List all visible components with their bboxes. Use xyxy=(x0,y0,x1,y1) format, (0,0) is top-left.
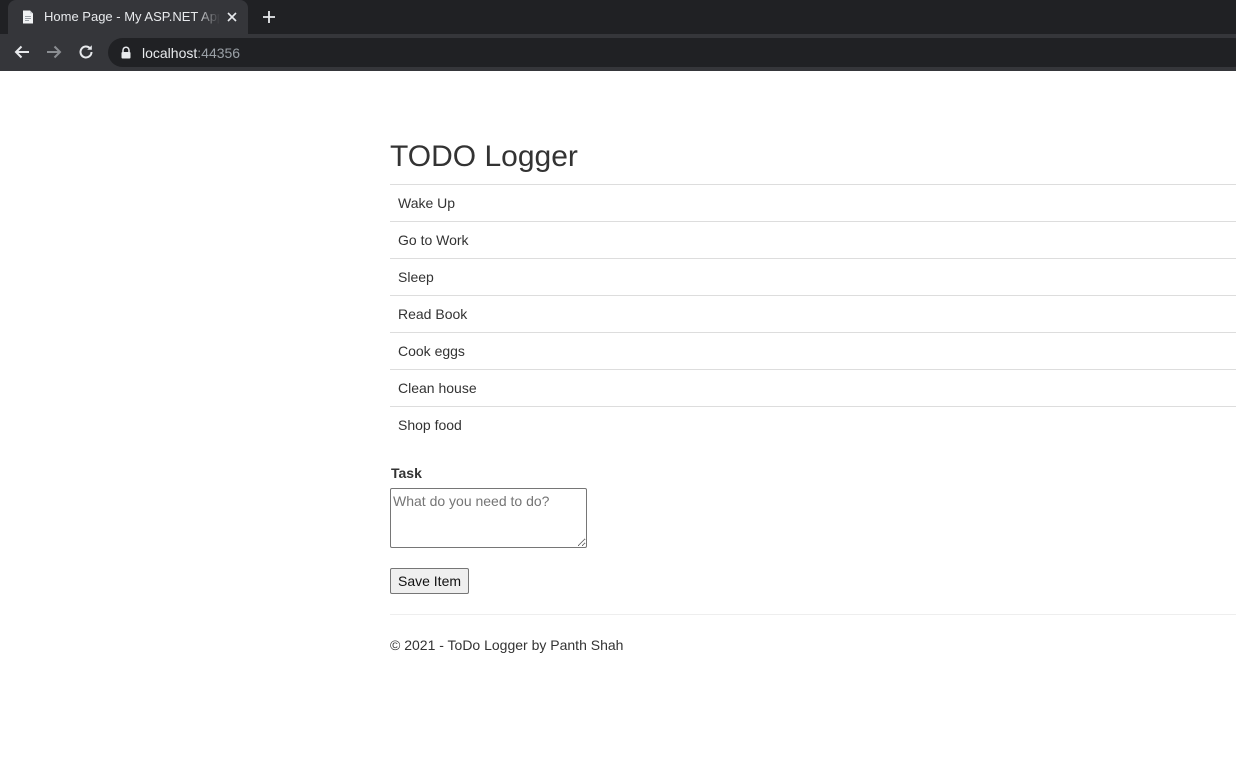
todo-item: Shop food xyxy=(390,406,1236,443)
todo-item: Sleep xyxy=(390,258,1236,295)
todo-list: Wake Up Go to Work Sleep Read Book Cook … xyxy=(390,184,1236,443)
todo-item: Read Book xyxy=(390,295,1236,332)
lock-icon[interactable] xyxy=(120,46,132,59)
arrow-right-icon[interactable] xyxy=(44,42,64,62)
todo-item: Clean house xyxy=(390,369,1236,406)
reload-icon[interactable] xyxy=(76,42,96,62)
save-item-button[interactable]: Save Item xyxy=(390,568,469,594)
browser-tab-active[interactable]: Home Page - My ASP.NET Application xyxy=(8,0,248,34)
browser-tabstrip: Home Page - My ASP.NET Application xyxy=(0,0,1236,34)
address-bar[interactable]: localhost:44356 xyxy=(108,38,1236,67)
plus-icon[interactable] xyxy=(260,8,278,26)
footer-text: © 2021 - ToDo Logger by Panth Shah xyxy=(390,637,624,653)
todo-item: Wake Up xyxy=(390,184,1236,221)
page-icon xyxy=(20,9,36,25)
url-port: :44356 xyxy=(197,45,241,61)
arrow-left-icon[interactable] xyxy=(12,42,32,62)
page-title: TODO Logger xyxy=(390,140,578,173)
url-host: localhost xyxy=(142,45,198,61)
browser-toolbar: localhost:44356 xyxy=(0,34,1236,71)
task-input[interactable] xyxy=(390,488,587,548)
tab-title-fade xyxy=(196,6,220,28)
footer-divider xyxy=(390,614,1236,615)
task-label: Task xyxy=(391,465,422,481)
todo-item: Cook eggs xyxy=(390,332,1236,369)
close-icon[interactable] xyxy=(224,9,240,25)
url-text[interactable]: localhost:44356 xyxy=(142,45,240,61)
tab-title: Home Page - My ASP.NET Application xyxy=(44,9,220,24)
todo-item: Go to Work xyxy=(390,221,1236,258)
